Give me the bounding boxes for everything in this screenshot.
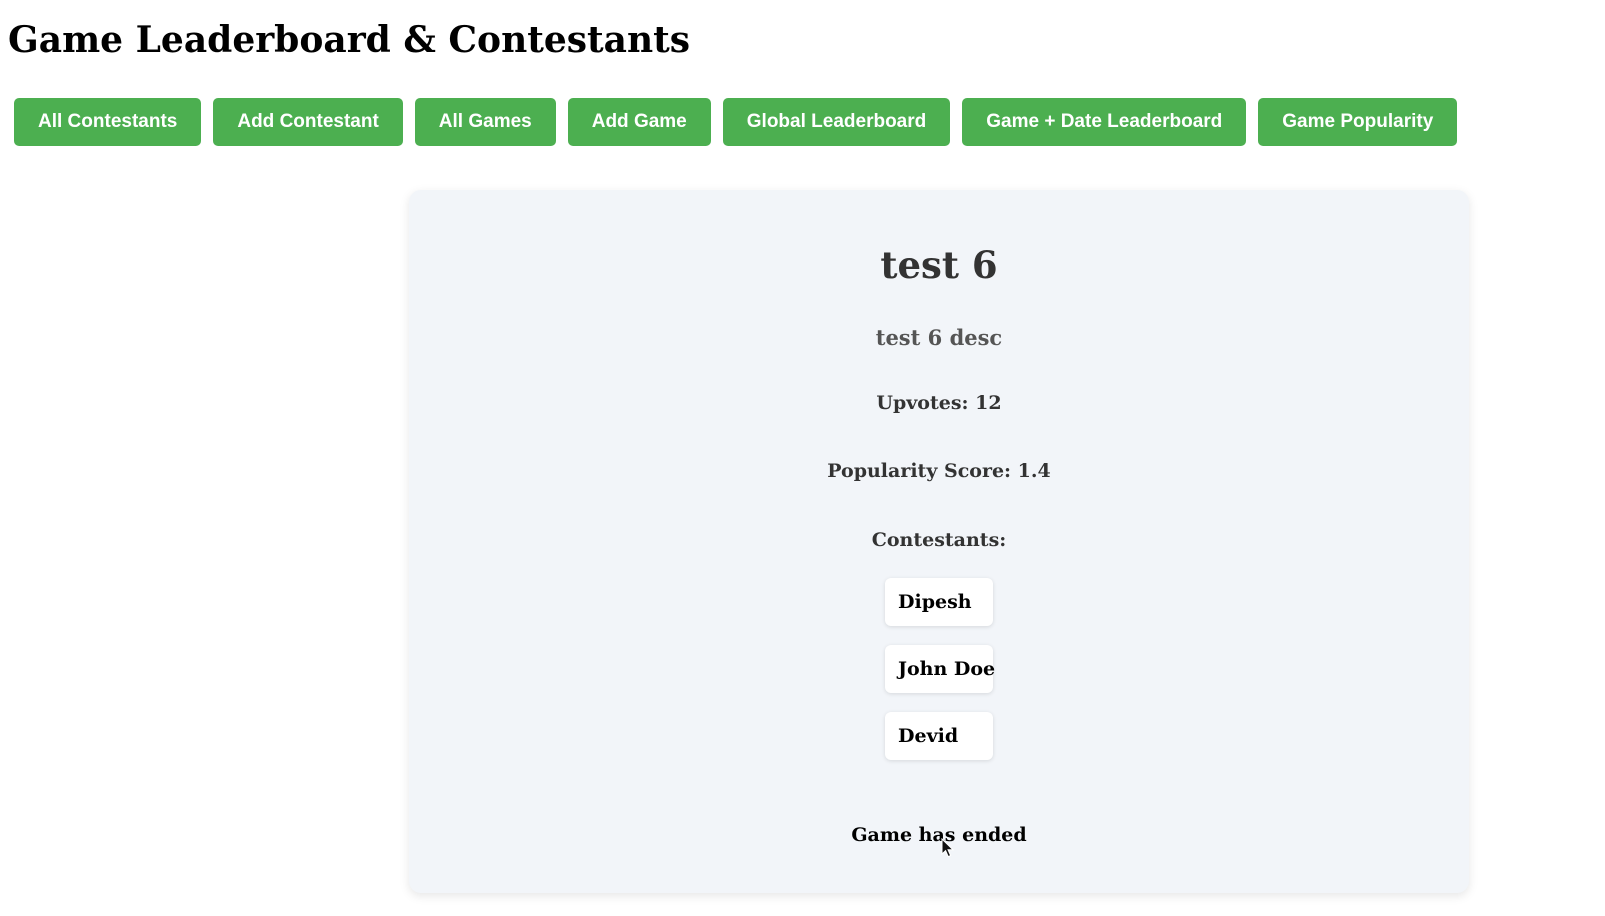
add-game-button[interactable]: Add Game [567,98,711,146]
all-contestants-button[interactable]: All Contestants [14,98,202,146]
all-games-button[interactable]: All Games [414,98,556,146]
game-popularity-button[interactable]: Game Popularity [1258,98,1458,146]
game-card: test 6 test 6 desc Upvotes: 12 Popularit… [409,190,1469,893]
game-name: test 6 [880,243,998,287]
global-leaderboard-button[interactable]: Global Leaderboard [722,98,951,146]
main-nav: All Contestants Add Contestant All Games… [14,98,1458,146]
contestant-item[interactable]: Dipesh [885,578,993,626]
page-title: Game Leaderboard & Contestants [8,19,691,61]
popularity-score: Popularity Score: 1.4 [827,460,1051,482]
game-date-leaderboard-button[interactable]: Game + Date Leaderboard [962,98,1247,146]
contestant-item[interactable]: John Doe [885,645,995,693]
game-status: Game has ended [851,824,1027,846]
contestant-item[interactable]: Devid [885,712,993,760]
game-description: test 6 desc [875,325,1003,350]
upvotes-count: Upvotes: 12 [876,392,1002,414]
contestants-label: Contestants: [871,529,1007,551]
add-contestant-button[interactable]: Add Contestant [213,98,403,146]
contestant-list: Dipesh John Doe Devid [409,578,1469,760]
